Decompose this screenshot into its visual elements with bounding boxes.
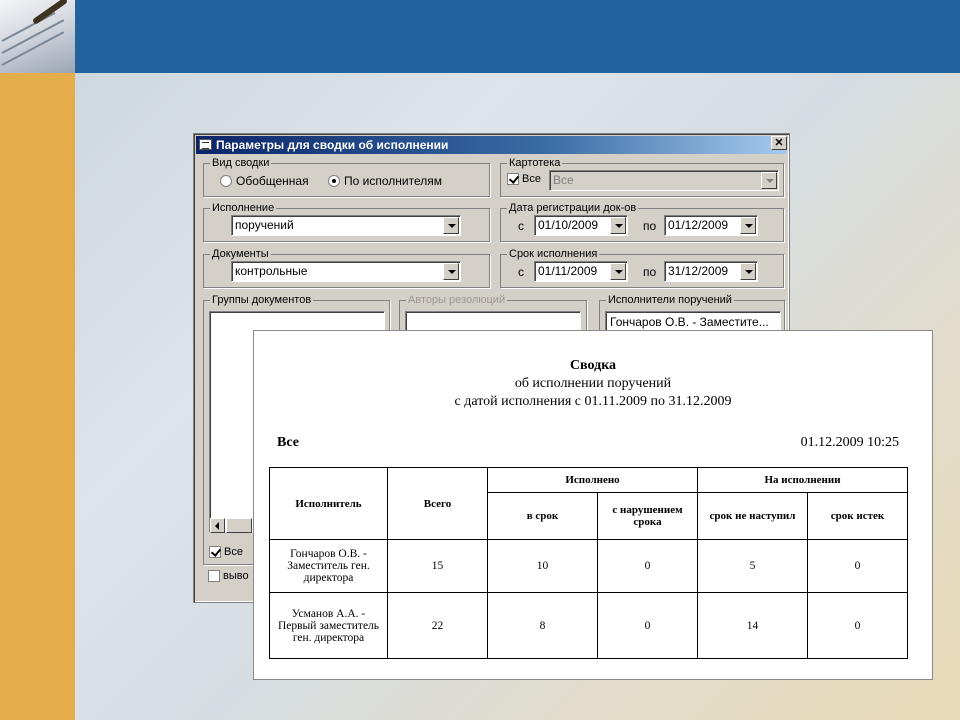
cell-expired: 0: [807, 539, 908, 593]
cell-not-due: 14: [697, 592, 808, 659]
slide-top-bar: [0, 0, 960, 73]
assignment-executors-label: Исполнители поручений: [606, 293, 734, 307]
scrollbar-thumb[interactable]: [226, 518, 252, 533]
scroll-left-arrow-icon[interactable]: [210, 518, 225, 533]
doc-groups-label: Группы документов: [210, 293, 314, 307]
chevron-down-icon[interactable]: [761, 172, 777, 189]
dialog-title: Параметры для сводки об исполнении: [216, 138, 449, 152]
cell-not-due: 5: [697, 539, 808, 593]
chevron-down-icon[interactable]: [740, 263, 756, 280]
col-in-progress: На исполнении: [697, 467, 908, 493]
reg-from-label: с: [518, 219, 524, 233]
card-index-label: Картотека: [507, 156, 563, 170]
table-row: Усманов А.А. - Первый заместитель ген. д…: [269, 592, 908, 659]
chevron-down-icon[interactable]: [443, 217, 459, 234]
cell-executor: Гончаров О.В. - Заместитель ген. директо…: [269, 539, 388, 593]
registration-date-label: Дата регистрации док-ов: [507, 201, 639, 215]
registration-date-group: Дата регистрации док-ов с 01/10/2009 по …: [500, 201, 784, 242]
report-datetime: 01.12.2009 10:25: [800, 435, 899, 450]
due-date-to-value: 31/12/2009: [668, 264, 729, 278]
card-index-group: Картотека Все Все: [500, 156, 784, 197]
checkbox-unchecked-icon: [208, 570, 220, 582]
col-violated: с нарушением срока: [597, 492, 698, 540]
chevron-down-icon[interactable]: [610, 263, 626, 280]
col-executor: Исполнитель: [269, 467, 388, 540]
cell-total: 15: [387, 539, 488, 593]
chevron-down-icon[interactable]: [740, 217, 756, 234]
report-title: Сводка: [569, 358, 617, 373]
cell-on-time: 10: [487, 539, 598, 593]
radio-generalized[interactable]: Обобщенная: [220, 174, 309, 188]
col-done: Исполнено: [487, 467, 698, 493]
cell-violated: 0: [597, 539, 698, 593]
cell-on-time: 8: [487, 592, 598, 659]
documents-group: Документы контрольные: [203, 247, 490, 288]
chevron-down-icon[interactable]: [610, 217, 626, 234]
summary-type-group: Вид сводки Обобщенная По исполнителям: [203, 156, 490, 197]
executor-list-item[interactable]: Гончаров О.В. - Заместите...: [610, 315, 769, 329]
report-subtitle-2: с датой исполнения с 01.11.2009 по 31.12…: [454, 394, 732, 409]
cell-expired: 0: [807, 592, 908, 659]
col-not-due: срок не наступил: [697, 492, 808, 540]
reg-date-to-picker[interactable]: 01/12/2009: [664, 215, 758, 236]
due-date-group: Срок исполнения с 01/11/2009 по 31/12/20…: [500, 247, 784, 288]
output-checkbox[interactable]: выво: [208, 570, 249, 582]
due-to-label: по: [643, 265, 657, 279]
execution-group: Исполнение поручений: [203, 201, 490, 242]
doc-groups-all-label: Все: [224, 546, 243, 558]
documents-value: контрольные: [235, 264, 308, 278]
radio-generalized-label: Обобщенная: [236, 174, 309, 188]
doc-groups-all-checkbox[interactable]: Все: [209, 546, 243, 558]
checkbox-checked-icon: [507, 173, 519, 185]
documents-label: Документы: [210, 247, 271, 261]
reg-date-to-value: 01/12/2009: [668, 218, 729, 232]
summary-type-label: Вид сводки: [210, 156, 272, 170]
radio-dot-selected-icon: [328, 175, 340, 187]
dialog-titlebar[interactable]: Параметры для сводки об исполнении: [196, 136, 787, 154]
report-subtitle-1: об исполнении поручений: [514, 376, 672, 391]
pen-document-image: [0, 0, 75, 73]
due-date-label: Срок исполнения: [507, 247, 600, 261]
cell-violated: 0: [597, 592, 698, 659]
radio-by-executors[interactable]: По исполнителям: [328, 174, 442, 188]
reg-date-from-value: 01/10/2009: [538, 218, 599, 232]
reg-to-label: по: [643, 219, 657, 233]
card-index-all-label: Все: [522, 173, 541, 185]
reg-date-from-picker[interactable]: 01/10/2009: [534, 215, 628, 236]
radio-dot-icon: [220, 175, 232, 187]
card-index-all-checkbox[interactable]: Все: [507, 173, 541, 185]
due-date-to-picker[interactable]: 31/12/2009: [664, 261, 758, 282]
due-date-from-value: 01/11/2009: [538, 264, 598, 278]
chevron-down-icon[interactable]: [443, 263, 459, 280]
summary-table: Исполнитель Всего Исполнено На исполнени…: [269, 467, 908, 659]
checkbox-checked-icon: [209, 546, 221, 558]
due-date-from-picker[interactable]: 01/11/2009: [534, 261, 628, 282]
resolution-authors-label: Авторы резолюций: [406, 293, 508, 307]
radio-by-executors-label: По исполнителям: [344, 174, 442, 188]
cell-executor: Усманов А.А. - Первый заместитель ген. д…: [269, 592, 388, 659]
execution-value: поручений: [235, 218, 294, 232]
col-total: Всего: [387, 467, 488, 540]
summary-report: Сводка об исполнении поручений с датой и…: [253, 330, 933, 680]
cell-total: 22: [387, 592, 488, 659]
output-checkbox-label: выво: [223, 570, 249, 582]
card-index-value: Все: [553, 173, 574, 187]
col-expired: срок истек: [807, 492, 908, 540]
table-row: Гончаров О.В. - Заместитель ген. директо…: [269, 539, 908, 593]
window-icon: [199, 139, 212, 150]
execution-select[interactable]: поручений: [231, 215, 461, 236]
close-button[interactable]: ✕: [771, 136, 787, 150]
documents-select[interactable]: контрольные: [231, 261, 461, 282]
execution-label: Исполнение: [210, 201, 277, 215]
slide-left-bar: [0, 73, 75, 720]
card-index-select[interactable]: Все: [549, 170, 779, 191]
due-from-label: с: [518, 265, 524, 279]
report-scope: Все: [277, 435, 299, 450]
col-on-time: в срок: [487, 492, 598, 540]
